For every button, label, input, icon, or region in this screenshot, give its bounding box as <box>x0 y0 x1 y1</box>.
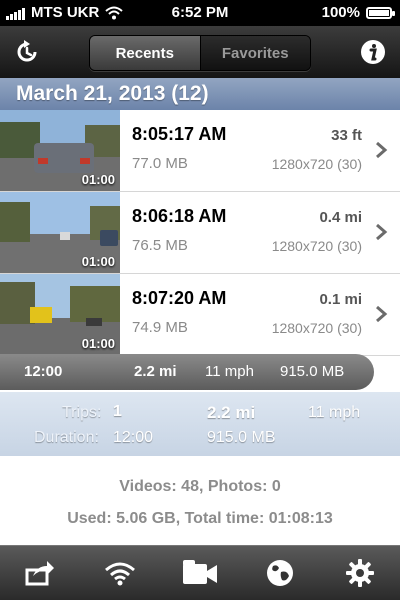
wifi-button[interactable] <box>98 551 142 595</box>
info-button[interactable] <box>356 36 390 68</box>
navigation-bar: Recents Favorites <box>0 26 400 78</box>
video-duration: 01:00 <box>81 254 115 269</box>
media-count: Videos: 48, Photos: 0 <box>119 478 281 495</box>
summary-distance: 2.2 mi <box>134 363 177 380</box>
list-item[interactable]: 01:00 8:06:18 AM 0.4 mi 76.5 MB 1280x720… <box>0 192 400 274</box>
video-duration: 01:00 <box>81 172 115 187</box>
recording-distance: 0.4 mi <box>319 209 362 226</box>
summary-size: 915.0 MB <box>280 363 345 380</box>
video-thumbnail: 01:00 <box>0 192 120 273</box>
duration-value: 12:00 <box>113 429 154 446</box>
storage-usage: Used: 5.06 GB, Total time: 01:08:13 <box>67 510 333 527</box>
tab-favorites[interactable]: Favorites <box>199 36 310 70</box>
recording-time: 8:05:17 AM <box>132 124 227 144</box>
video-thumbnail: 01:00 <box>0 274 120 355</box>
clock-refresh-button[interactable] <box>10 36 44 68</box>
chevron-right-icon <box>376 223 388 241</box>
video-camera-icon <box>183 560 217 584</box>
summary-duration: 12:00 <box>24 363 63 380</box>
status-bar: MTS UKR 6:52 PM 100% <box>0 0 400 26</box>
chevron-right-icon <box>376 305 388 323</box>
settings-button[interactable] <box>338 551 382 595</box>
globe-icon <box>267 560 293 586</box>
recording-size: 74.9 MB <box>132 319 188 336</box>
storage-stats: Videos: 48, Photos: 0 Used: 5.06 GB, Tot… <box>0 456 400 546</box>
recording-time: 8:06:18 AM <box>132 206 227 226</box>
clock-refresh-icon <box>17 40 37 62</box>
battery-icon <box>366 6 395 19</box>
tab-recents[interactable]: Recents <box>90 36 200 70</box>
record-video-button[interactable] <box>178 551 222 595</box>
recording-time: 8:07:20 AM <box>132 288 227 308</box>
recordings-list: 01:00 8:05:17 AM 33 ft 77.0 MB 1280x720 … <box>0 110 400 356</box>
gear-icon <box>346 559 374 587</box>
recording-size: 77.0 MB <box>132 155 188 172</box>
recording-resolution: 1280x720 (30) <box>271 156 362 172</box>
battery-percent: 100% <box>321 4 360 21</box>
totals-size: 915.0 MB <box>207 429 276 446</box>
totals-speed: 11 mph <box>308 404 361 421</box>
recording-size: 76.5 MB <box>132 237 188 254</box>
video-duration: 01:00 <box>81 336 115 351</box>
recording-resolution: 1280x720 (30) <box>271 320 362 336</box>
share-icon <box>25 561 54 586</box>
info-icon <box>361 40 385 64</box>
summary-speed: 11 mph <box>205 363 254 380</box>
trips-label: Trips: <box>62 404 102 421</box>
list-item[interactable]: 01:00 8:05:17 AM 33 ft 77.0 MB 1280x720 … <box>0 110 400 192</box>
video-thumbnail: 01:00 <box>0 110 120 191</box>
bottom-toolbar <box>0 545 400 600</box>
recording-distance: 33 ft <box>331 127 362 144</box>
trips-value: 1 <box>113 403 122 420</box>
duration-label: Duration: <box>34 429 99 446</box>
section-header-date: March 21, 2013 (12) <box>0 78 400 110</box>
recording-resolution: 1280x720 (30) <box>271 238 362 254</box>
list-item[interactable]: 01:00 8:07:20 AM 0.1 mi 74.9 MB 1280x720… <box>0 274 400 356</box>
map-button[interactable] <box>258 551 302 595</box>
trip-summary-bar[interactable]: 12:00 2.2 mi 11 mph 915.0 MB <box>0 354 374 390</box>
totals-panel: Trips: 1 2.2 mi 11 mph Duration: 12:00 9… <box>0 392 400 456</box>
segmented-control: Recents Favorites <box>89 35 311 71</box>
chevron-right-icon <box>376 141 388 159</box>
recording-distance: 0.1 mi <box>319 291 362 308</box>
wifi-icon <box>105 562 135 586</box>
totals-distance: 2.2 mi <box>207 403 256 422</box>
share-button[interactable] <box>18 551 62 595</box>
